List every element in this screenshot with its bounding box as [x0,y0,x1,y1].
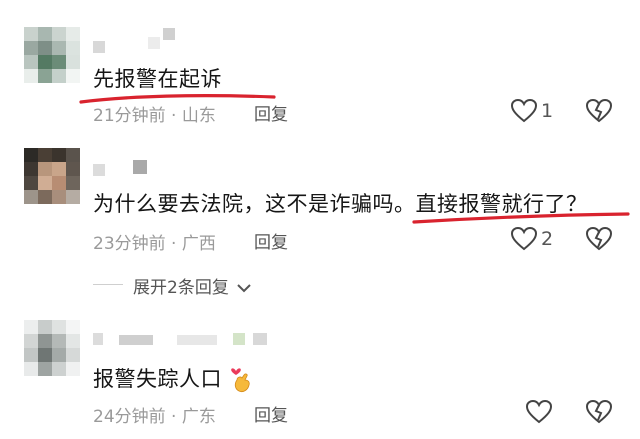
like-heart-icon[interactable] [510,226,538,252]
like-heart-icon[interactable] [525,399,553,425]
comment-text: 先报警在起诉 [93,67,222,91]
comment-text-main: 为什么要去法院，这不是诈骗吗。 [93,192,416,216]
username-blurred[interactable] [93,158,153,176]
username-blurred[interactable] [93,28,183,54]
comment-text-main: 报警失踪人口 [93,367,222,391]
comment-text: 报警失踪人口 [93,363,253,394]
avatar[interactable] [24,148,80,204]
like-count: 2 [541,228,554,250]
like-count: 1 [541,100,554,122]
dislike-broken-heart-icon[interactable] [585,399,613,425]
expand-divider [93,284,123,285]
heart-hand-emoji-icon [231,368,250,393]
username-blurred[interactable] [93,332,273,346]
avatar[interactable] [24,27,80,83]
red-underline-annotation [412,212,630,224]
expand-replies-label: 展开2条回复 [133,278,229,298]
avatar[interactable] [24,320,80,376]
dislike-broken-heart-icon[interactable] [585,98,613,124]
comment-meta: 21分钟前 · 山东 [93,106,216,126]
comment-item: 先报警在起诉 21分钟前 · 山东 回复 1 [0,0,640,140]
reply-button[interactable]: 回复 [254,401,288,426]
reply-button[interactable]: 回复 [254,100,288,125]
reply-button[interactable]: 回复 [254,228,288,253]
comment-meta: 23分钟前 · 广西 [93,234,216,254]
like-heart-icon[interactable] [510,98,538,124]
comment-item: 报警失踪人口 24分钟前 · 广东 回复 [0,310,640,439]
chevron-down-icon [237,284,251,293]
expand-replies-button[interactable]: 展开2条回复 [133,273,252,298]
comment-item: 为什么要去法院，这不是诈骗吗。直接报警就行了？ 23分钟前 · 广西 回复 2 … [0,140,640,310]
comment-meta: 24分钟前 · 广东 [93,407,216,427]
dislike-broken-heart-icon[interactable] [585,226,613,252]
